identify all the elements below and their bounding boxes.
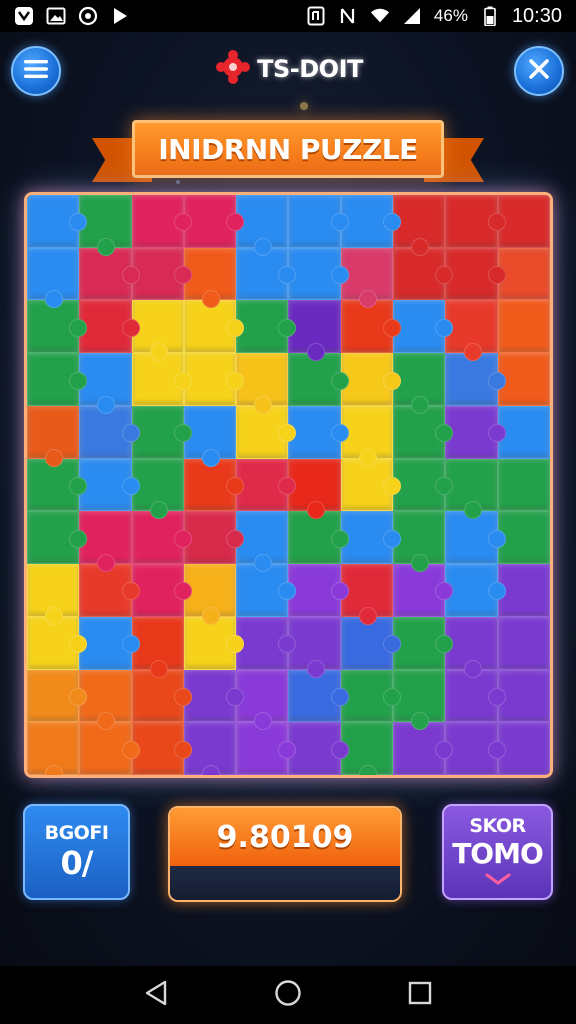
puzzle-piece[interactable] <box>79 300 140 354</box>
puzzle-piece[interactable] <box>236 353 289 414</box>
brand-name: TS-DOIT <box>257 55 363 83</box>
mute-icon <box>338 6 358 26</box>
signal-icon <box>402 6 422 26</box>
puzzle-piece[interactable] <box>27 405 80 467</box>
status-bar: 46% 10:30 <box>0 0 576 32</box>
puzzle-piece[interactable] <box>79 353 132 414</box>
puzzle-piece[interactable] <box>445 722 507 775</box>
puzzle-piece[interactable] <box>27 247 80 309</box>
status-left-icons <box>14 6 130 26</box>
puzzle-piece[interactable] <box>131 511 193 565</box>
puzzle-piece[interactable] <box>340 300 402 354</box>
puzzle-piece[interactable] <box>236 458 297 512</box>
app-notification-icon <box>14 6 34 26</box>
puzzle-piece[interactable] <box>27 511 88 565</box>
home-icon <box>274 979 302 1011</box>
puzzle-piece[interactable] <box>497 458 550 512</box>
puzzle-piece[interactable] <box>236 300 297 354</box>
clock: 10:30 <box>511 4 562 27</box>
nfc-icon <box>306 6 326 26</box>
brand-puzzle-icon <box>213 50 253 88</box>
puzzle-piece[interactable] <box>288 405 350 459</box>
puzzle-piece[interactable] <box>288 300 341 361</box>
puzzle-piece[interactable] <box>183 300 245 354</box>
status-right-icons: 46% 10:30 <box>306 5 562 28</box>
puzzle-piece[interactable] <box>288 564 350 617</box>
puzzle-piece[interactable] <box>236 616 297 670</box>
puzzle-piece[interactable] <box>288 195 350 248</box>
close-icon <box>528 58 550 84</box>
puzzle-piece[interactable] <box>497 300 550 354</box>
puzzle-piece[interactable] <box>27 722 80 775</box>
puzzle-piece[interactable] <box>445 247 507 301</box>
puzzle-piece[interactable] <box>79 458 140 512</box>
puzzle-piece[interactable] <box>236 511 289 572</box>
puzzle-piece[interactable] <box>445 564 507 617</box>
score-footer <box>170 866 400 900</box>
puzzle-board[interactable] <box>24 192 553 778</box>
puzzle-piece[interactable] <box>288 511 350 565</box>
navigation-bar <box>0 966 576 1024</box>
puzzle-piece[interactable] <box>236 195 289 256</box>
play-icon <box>110 6 130 26</box>
skor-panel[interactable]: SKOR TOMO <box>442 804 553 900</box>
puzzle-piece[interactable] <box>445 511 507 565</box>
puzzle-piece[interactable] <box>393 722 454 775</box>
puzzle-piece[interactable] <box>79 616 140 670</box>
puzzle-piece[interactable] <box>445 195 507 248</box>
puzzle-piece[interactable] <box>27 195 88 248</box>
puzzle-piece[interactable] <box>497 616 550 670</box>
puzzle-piece[interactable] <box>27 669 88 723</box>
recents-button[interactable] <box>404 979 436 1011</box>
ribbon-banner: INIDRNN PUZZLE <box>132 120 444 178</box>
puzzle-piece[interactable] <box>445 353 507 406</box>
puzzle-piece[interactable] <box>288 353 350 406</box>
puzzle-piece[interactable] <box>288 247 350 301</box>
puzzle-piece[interactable] <box>27 564 80 625</box>
puzzle-piece[interactable] <box>288 616 341 678</box>
chevron-down-icon <box>485 870 511 889</box>
progress-panel: BGOFI 0/ <box>23 804 130 900</box>
game-title: INIDRNN PUZZLE <box>158 132 418 166</box>
title-ribbon: INIDRNN PUZZLE <box>92 110 484 188</box>
wifi-icon <box>370 6 390 26</box>
brand-logo: TS-DOIT <box>0 50 576 88</box>
puzzle-piece[interactable] <box>79 722 140 775</box>
puzzle-piece[interactable] <box>79 511 132 572</box>
battery-percent: 46% <box>433 6 468 25</box>
sync-icon <box>78 6 98 26</box>
puzzle-piece[interactable] <box>288 458 341 520</box>
progress-label: BGOFI <box>44 822 109 844</box>
score-display: 9.80109 <box>170 808 400 866</box>
home-button[interactable] <box>272 979 304 1011</box>
recents-icon <box>408 981 432 1009</box>
puzzle-piece[interactable] <box>445 405 507 459</box>
puzzle-piece[interactable] <box>445 300 498 361</box>
puzzle-piece[interactable] <box>79 195 132 256</box>
gallery-icon <box>46 6 66 26</box>
puzzle-piece[interactable] <box>131 195 193 248</box>
progress-value: 0/ <box>60 844 94 882</box>
puzzle-piece[interactable] <box>79 669 132 730</box>
sparkle <box>300 102 308 110</box>
skor-value: TOMO <box>452 837 544 870</box>
back-button[interactable] <box>140 979 172 1011</box>
puzzle-piece[interactable] <box>445 616 498 678</box>
skor-label: SKOR <box>469 815 526 837</box>
close-button[interactable] <box>514 46 564 96</box>
score-value: 9.80109 <box>216 819 354 855</box>
puzzle-piece[interactable] <box>236 669 289 730</box>
puzzle-piece[interactable] <box>131 353 193 406</box>
puzzle-piece[interactable] <box>288 722 350 775</box>
back-icon <box>143 979 169 1011</box>
score-panel: 9.80109 <box>168 806 402 902</box>
puzzle-piece[interactable] <box>27 353 88 406</box>
puzzle-piece[interactable] <box>445 458 498 520</box>
puzzle-piece[interactable] <box>236 722 297 775</box>
puzzle-piece[interactable] <box>27 300 88 354</box>
battery-icon <box>480 6 500 26</box>
